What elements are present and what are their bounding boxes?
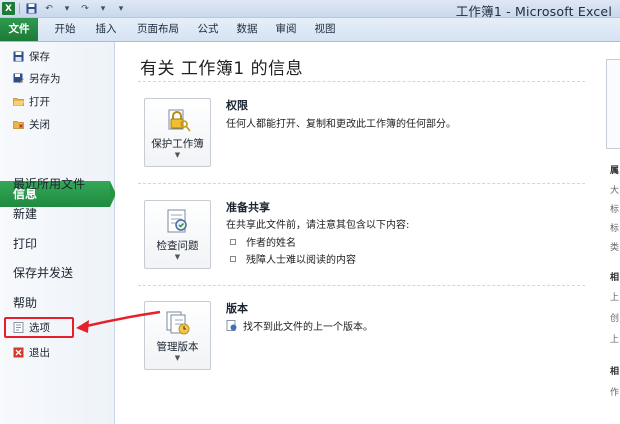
ribbon-tab-bar: 文件 开始 插入 页面布局 公式 数据 审阅 视图: [0, 18, 620, 42]
document-thumbnail: [606, 59, 620, 149]
undo-dropdown-icon[interactable]: ▾: [60, 2, 74, 15]
manage-versions-button[interactable]: 管理版本 ▼: [144, 301, 211, 370]
tab-file[interactable]: 文件: [0, 18, 38, 41]
excel-app-icon[interactable]: X: [2, 2, 15, 15]
title-bar: X ↶ ▾ ↷ ▾ ▾ 工作簿1 - Microsoft Excel: [0, 0, 620, 19]
protect-workbook-label: 保护工作簿: [151, 138, 204, 150]
qat-separator: [19, 3, 20, 14]
related-dates-heading: 相: [610, 273, 620, 283]
permissions-title: 权限: [226, 99, 248, 112]
save-icon: [13, 51, 24, 62]
exit-command-label: 退出: [29, 346, 50, 359]
property-label: 创: [610, 314, 620, 324]
property-label: 标: [610, 205, 620, 215]
properties-heading: 属: [610, 166, 620, 176]
undo-icon[interactable]: ↶: [42, 2, 56, 15]
protect-workbook-button[interactable]: 保护工作簿 ▼: [144, 98, 211, 167]
manage-versions-icon: [166, 311, 190, 335]
property-label: 大: [610, 186, 620, 196]
properties-panel: 属 大 标 标 类 相 上 创 上 相 作: [600, 42, 620, 424]
customize-qat-icon[interactable]: ▾: [114, 2, 128, 15]
list-item: 残障人士难以阅读的内容: [230, 251, 356, 266]
options-highlight-box: [4, 317, 74, 338]
open-command[interactable]: 打开: [13, 92, 50, 110]
save-icon[interactable]: [24, 2, 38, 15]
property-label: 上: [610, 335, 620, 345]
property-label: 类: [610, 243, 620, 253]
chevron-down-icon: ▼: [174, 354, 181, 362]
nav-item-save-send[interactable]: 保存并发送: [13, 264, 73, 281]
tab-formulas[interactable]: 公式: [193, 18, 223, 41]
close-command[interactable]: 关闭: [13, 115, 50, 133]
list-item-text: 残障人士难以阅读的内容: [246, 255, 356, 266]
property-label: 作: [610, 388, 620, 398]
check-for-issues-label: 检查问题: [156, 240, 199, 252]
tab-insert[interactable]: 插入: [91, 18, 121, 41]
save-command-label: 保存: [29, 50, 50, 63]
document-info-icon: [226, 320, 237, 331]
save-as-icon: [13, 73, 24, 84]
open-command-label: 打开: [29, 95, 50, 108]
versions-description-text: 找不到此文件的上一个版本。: [243, 322, 373, 333]
redo-icon[interactable]: ↷: [78, 2, 92, 15]
info-panel: 有关 工作簿1 的信息 保护工作簿 ▼ 权限 任何人都能打开、复制和更改此工作簿…: [115, 42, 604, 424]
section-divider-2: [138, 285, 585, 286]
prepare-sharing-description: 在共享此文件前，请注意其包含以下内容:: [226, 220, 410, 231]
backstage-nav: 保存 另存为 打开 关闭 信息 最近所用文件 新建 打印 保存并发送 帮助 选项…: [0, 42, 116, 424]
chevron-down-icon: ▼: [174, 253, 181, 261]
lock-key-icon: [168, 109, 191, 132]
open-folder-icon: [13, 96, 24, 107]
section-divider-1: [138, 183, 585, 184]
prepare-sharing-title: 准备共享: [226, 201, 270, 214]
versions-title: 版本: [226, 302, 248, 315]
nav-item-new[interactable]: 新建: [13, 205, 37, 222]
nav-item-print[interactable]: 打印: [13, 235, 37, 252]
nav-item-recent[interactable]: 最近所用文件: [13, 175, 85, 192]
redo-dropdown-icon[interactable]: ▾: [96, 2, 110, 15]
close-command-label: 关闭: [29, 118, 50, 131]
close-folder-icon: [13, 119, 24, 130]
related-people-heading: 相: [610, 367, 620, 377]
tab-review[interactable]: 审阅: [271, 18, 301, 41]
manage-versions-label: 管理版本: [156, 341, 199, 353]
property-label: 上: [610, 293, 620, 303]
property-label: 标: [610, 224, 620, 234]
bullet-icon: [230, 238, 236, 245]
quick-access-toolbar: X ↶ ▾ ↷ ▾ ▾: [2, 1, 128, 16]
save-command[interactable]: 保存: [13, 47, 50, 65]
exit-command[interactable]: 退出: [13, 343, 50, 361]
tab-home[interactable]: 开始: [50, 18, 80, 41]
save-as-command-label: 另存为: [29, 72, 61, 85]
permissions-description: 任何人都能打开、复制和更改此工作簿的任何部分。: [226, 119, 456, 130]
tab-view[interactable]: 视图: [310, 18, 340, 41]
nav-item-help[interactable]: 帮助: [13, 294, 37, 311]
bullet-icon: [230, 255, 236, 262]
tab-data[interactable]: 数据: [232, 18, 262, 41]
versions-description: 找不到此文件的上一个版本。: [226, 318, 373, 333]
inspect-document-icon: [167, 209, 187, 233]
exit-icon: [13, 347, 24, 358]
chevron-down-icon: ▼: [174, 151, 181, 159]
save-as-command[interactable]: 另存为: [13, 69, 61, 87]
page-title: 有关 工作簿1 的信息: [140, 59, 304, 79]
list-item-text: 作者的姓名: [246, 238, 296, 249]
title-divider: [138, 81, 585, 82]
tab-page-layout[interactable]: 页面布局: [132, 18, 184, 41]
list-item: 作者的姓名: [230, 234, 296, 249]
check-for-issues-button[interactable]: 检查问题 ▼: [144, 200, 211, 269]
